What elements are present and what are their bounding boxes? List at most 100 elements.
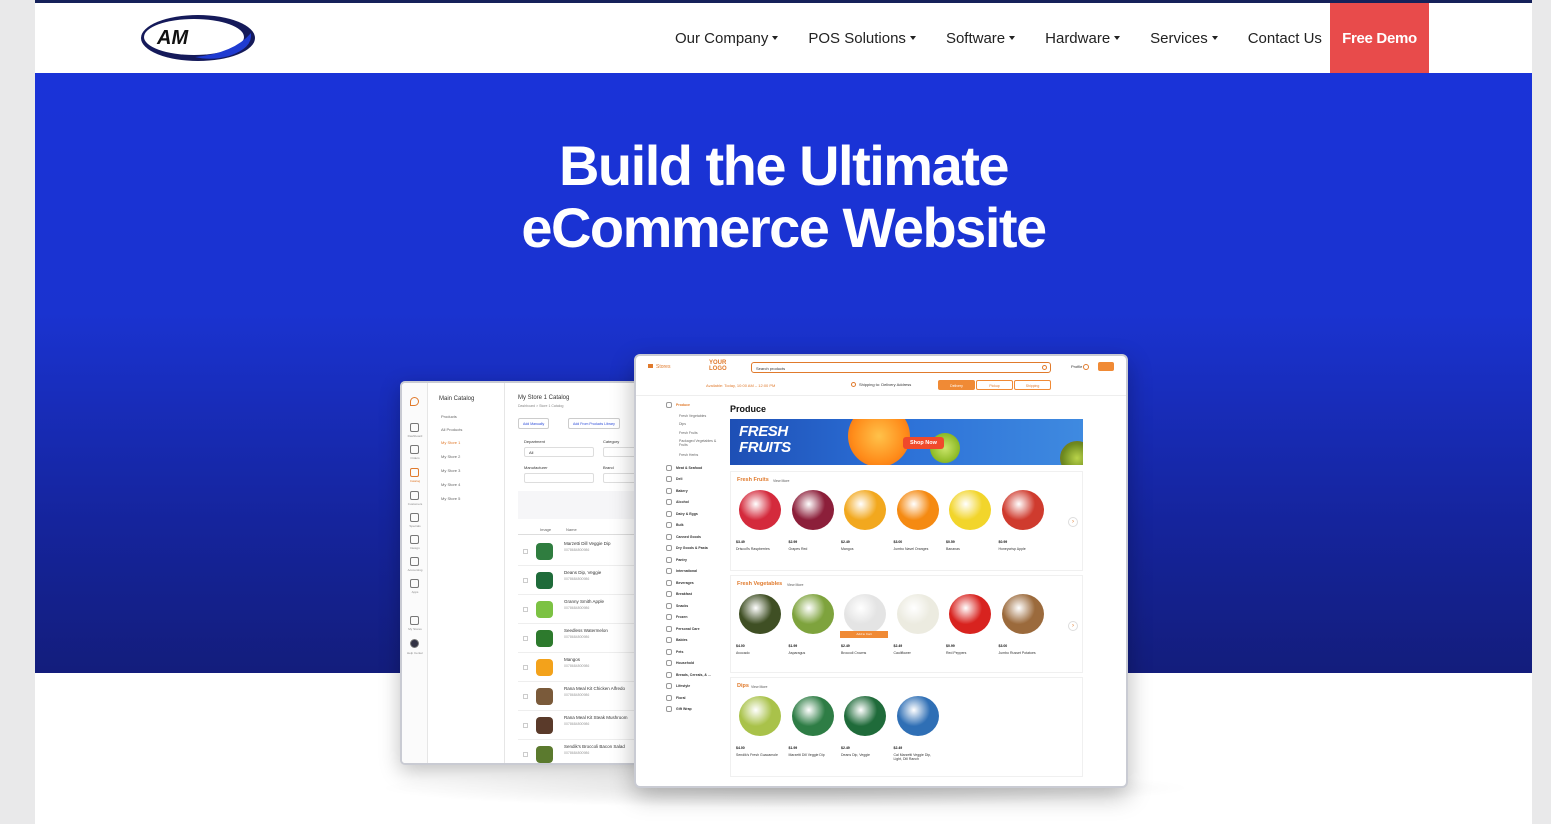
category-item[interactable]: Snacks [666, 602, 688, 609]
row-checkbox[interactable] [523, 723, 528, 728]
department-select[interactable]: All [524, 447, 594, 457]
catalog-item[interactable]: Products [441, 414, 457, 419]
add-from-library-button[interactable]: Add From Products Library [568, 418, 620, 429]
product-card[interactable]: $4.00 Avocado [735, 594, 783, 674]
category-item[interactable]: Bakery [666, 487, 688, 494]
free-demo-button[interactable]: Free Demo [1330, 3, 1429, 73]
category-item[interactable]: International [666, 568, 697, 574]
category-item[interactable]: Pantry [666, 556, 687, 563]
ampm-logo[interactable]: AM PM [139, 13, 257, 63]
product-card[interactable]: $0.99 Red Peppers [945, 594, 993, 674]
view-more-link[interactable]: View More [751, 685, 767, 689]
product-card[interactable]: $2.49 Mangos [840, 490, 888, 570]
fresh-fruits-banner[interactable]: FRESH FRUITS Shop Now [730, 419, 1083, 465]
cart-button[interactable] [1098, 362, 1114, 371]
catalog-item[interactable]: My Store 2 [441, 454, 460, 459]
row-checkbox[interactable] [523, 694, 528, 699]
row-checkbox[interactable] [523, 665, 528, 670]
product-card[interactable]: $0.99 Honeycrisp Apple [998, 490, 1046, 570]
row-checkbox[interactable] [523, 578, 528, 583]
view-more-link[interactable]: View More [787, 583, 803, 587]
product-card[interactable]: $2.49 Cal Marzetti Veggie Dip, Light, Dil… [893, 696, 941, 776]
table-row[interactable]: Rana Meal Kit Chicken Alfredo 00786848009… [518, 682, 648, 711]
menu-contact-us[interactable]: Contact Us [1248, 30, 1322, 47]
table-row[interactable]: Granny Smith Apple 0078684800986 [518, 595, 648, 624]
shop-now-button[interactable]: Shop Now [903, 437, 944, 449]
category-item[interactable]: Meat & Seafood [666, 464, 702, 471]
menu-pos-solutions[interactable]: POS Solutions [808, 30, 916, 47]
table-row[interactable]: Marzetti Dill Veggie Dip 0078684800986 [518, 537, 648, 566]
category-label: Frozen [676, 614, 688, 619]
category-item[interactable]: Produce [666, 402, 690, 408]
product-card[interactable]: $3.00 Jumbo Navel Oranges [893, 490, 941, 570]
menu-software[interactable]: Software [946, 30, 1016, 47]
admin-catalog-panel: Main Catalog Products All Products My St… [429, 383, 505, 763]
row-checkbox[interactable] [523, 607, 528, 612]
product-card[interactable]: $2.99 Grapes Red [788, 490, 836, 570]
table-row[interactable]: Sendik's Broccoli Bacon Salad 00786848009… [518, 740, 648, 763]
category-item[interactable]: Gift Wrap [666, 706, 692, 712]
store-search-input[interactable]: Search products [751, 362, 1051, 373]
table-row[interactable]: Mangos 0078684800986 [518, 653, 648, 682]
row-checkbox[interactable] [523, 752, 528, 757]
category-item[interactable]: Beverages [666, 579, 694, 586]
category-item[interactable]: Dairy & Eggs [666, 510, 698, 517]
category-item[interactable]: Pets [666, 648, 683, 655]
catalog-item[interactable]: My Store 3 [441, 468, 460, 473]
row-checkbox[interactable] [523, 549, 528, 554]
category-item[interactable]: Alcohol [666, 499, 689, 505]
table-row[interactable]: Rana Meal Kit Steak Mushroom 007868480098… [518, 711, 648, 740]
product-card[interactable]: $3.00 Jumbo Russet Potatoes [998, 594, 1046, 674]
product-card[interactable]: $2.49 Cauliflower [893, 594, 941, 674]
catalog-item[interactable]: All Products [441, 427, 462, 432]
tab-pickup[interactable]: Pickup [976, 380, 1013, 390]
product-card[interactable]: $1.99 Marzetti Dill Veggie Dip [788, 696, 836, 776]
table-row[interactable]: Deans Dip, Veggie 0078684800986 [518, 566, 648, 595]
category-item[interactable]: Lifestyle [666, 683, 690, 689]
category-item[interactable]: Deli [666, 476, 682, 482]
add-to-cart-button[interactable]: Add to Cart [840, 631, 888, 638]
category-item[interactable]: Frozen [666, 614, 687, 620]
category-item[interactable]: Babies [666, 637, 687, 643]
menu-our-company[interactable]: Our Company [675, 30, 779, 47]
product-card[interactable]: $3.49 Driscoll's Raspberries [735, 490, 783, 570]
subcategory-item[interactable]: Fresh Herbs [679, 453, 698, 457]
product-name: Marzetti Dill Veggie Dip [564, 541, 611, 546]
catalog-item[interactable]: My Store 1 [441, 440, 460, 445]
product-image [949, 594, 991, 634]
store-logo[interactable]: YOUR LOGO [709, 360, 727, 372]
category-item[interactable]: Household [666, 660, 694, 666]
product-card[interactable]: $0.59 Bananas [945, 490, 993, 570]
profile-link[interactable]: Profile [1071, 364, 1090, 370]
category-item[interactable]: Floral [666, 694, 686, 701]
product-card[interactable]: $1.99 Asparagus [788, 594, 836, 674]
chevron-right-icon[interactable]: › [1068, 517, 1078, 527]
row-checkbox[interactable] [523, 636, 528, 641]
chevron-right-icon[interactable]: › [1068, 621, 1078, 631]
menu-hardware[interactable]: Hardware [1045, 30, 1121, 47]
menu-services[interactable]: Services [1150, 30, 1218, 47]
shipping-selector[interactable]: Shipping to: Delivery Address [851, 382, 911, 388]
subcategory-item[interactable]: Dips [679, 422, 686, 426]
subcategory-item[interactable]: Fresh Fruits [679, 431, 698, 435]
category-item[interactable]: Dry Goods & Pasta [666, 545, 708, 551]
category-item[interactable]: Canned Goods [666, 533, 701, 540]
subcategory-item[interactable]: Fresh Vegetables [679, 414, 706, 418]
category-item[interactable]: Personal Care [666, 625, 700, 632]
tab-shipping[interactable]: Shipping [1014, 380, 1051, 390]
product-card[interactable]: $4.00 Sendik's Fresh Guacamole [735, 696, 783, 776]
category-item[interactable]: Bulk [666, 522, 684, 528]
product-card[interactable]: $2.49 Deans Dip, Veggie [840, 696, 888, 776]
tab-delivery[interactable]: Delivery [938, 380, 975, 390]
table-row[interactable]: Seedless Watermelon 0078684800986 [518, 624, 648, 653]
stores-link[interactable]: Stores [648, 364, 670, 370]
manufacturer-select[interactable] [524, 473, 594, 483]
catalog-item[interactable]: My Store 5 [441, 496, 460, 501]
category-item[interactable]: Breads, Cereals, & ... [666, 671, 711, 678]
product-card[interactable]: Add to Cart $2.49 Broccoli Crowns [840, 594, 888, 674]
view-more-link[interactable]: View More [773, 479, 789, 483]
catalog-item[interactable]: My Store 4 [441, 482, 460, 487]
subcategory-item[interactable]: Packaged Vegetables & Fruits [679, 439, 724, 447]
add-manually-button[interactable]: Add Manually [518, 418, 550, 429]
category-item[interactable]: Breakfast [666, 591, 692, 597]
